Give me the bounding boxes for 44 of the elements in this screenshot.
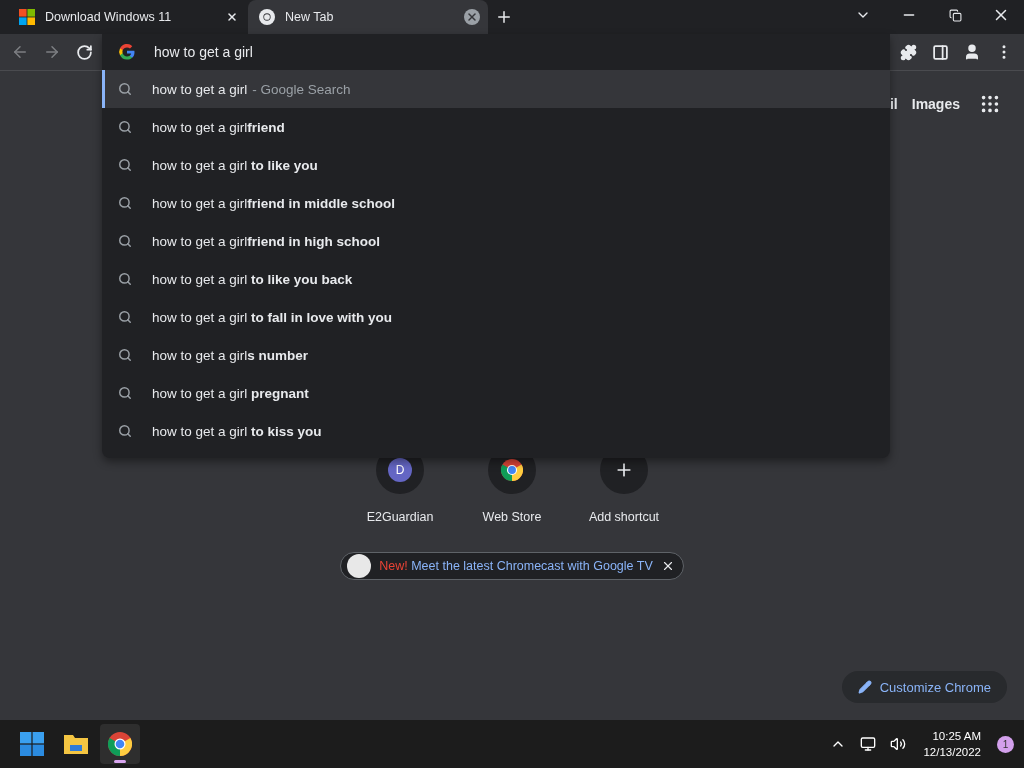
pencil-icon (857, 680, 872, 694)
notification-badge[interactable]: 1 (997, 735, 1014, 753)
suggestion-item[interactable]: how to get a girlfriend (102, 108, 890, 146)
suggestion-item[interactable]: how to get a girlfriend in middle school (102, 184, 890, 222)
search-icon (118, 386, 132, 400)
search-icon (118, 82, 132, 96)
google-logo-icon (118, 43, 136, 61)
search-icon (118, 424, 132, 438)
suggestion-item[interactable]: how to get a girl pregnant (102, 374, 890, 412)
search-icon (118, 310, 132, 324)
folder-icon (63, 733, 89, 755)
chrome-logo (108, 732, 132, 756)
promo-banner[interactable]: New! Meet the latest Chromecast with Google TV (340, 552, 684, 580)
search-icon (118, 272, 132, 286)
shortcut-label: Add shortcut (588, 510, 660, 524)
windows-logo-icon (20, 732, 44, 756)
shortcut-label: E2Guardian (366, 510, 434, 524)
suggestion-item[interactable]: how to get a girl to fall in love with you (102, 298, 890, 336)
address-field[interactable]: how to get a girl (154, 44, 754, 60)
suggestion-item[interactable]: how to get a girl - Google Search (102, 70, 890, 108)
suggestion-item[interactable]: how to get a girls number (102, 336, 890, 374)
search-icon (118, 234, 132, 248)
promo-text[interactable]: New! Meet the latest Chromecast with Google TV (379, 559, 653, 573)
search-icon (118, 196, 132, 210)
suggestion-item[interactable]: how to get a girlfriend in high school (102, 222, 890, 260)
search-icon (118, 120, 132, 134)
clock-date: 12/13/2022 (923, 745, 981, 760)
suggestion-item[interactable]: how to get a girl to like you back (102, 260, 890, 298)
web-store-icon (501, 459, 523, 481)
clock-time: 10:25 AM (932, 729, 981, 744)
chrome-icon (259, 9, 275, 25)
taskbar-button[interactable] (100, 724, 140, 764)
header-link[interactable]: il (889, 96, 898, 112)
suggestion-item[interactable]: how to get a girl to like you (102, 146, 890, 184)
header-link[interactable]: Images (911, 96, 960, 112)
search-icon (118, 348, 132, 362)
customize-chrome-button[interactable]: Customize Chrome (841, 671, 1007, 703)
browser-tab[interactable]: Download Windows 11 (8, 0, 248, 34)
suggestion-suffix: - Google Search (252, 81, 351, 97)
letter-icon: D (388, 458, 412, 482)
browser-tab[interactable]: New Tab (248, 0, 488, 34)
windows-logo-icon (19, 9, 35, 25)
shortcut-label: Web Store (482, 510, 542, 524)
search-icon (118, 158, 132, 172)
